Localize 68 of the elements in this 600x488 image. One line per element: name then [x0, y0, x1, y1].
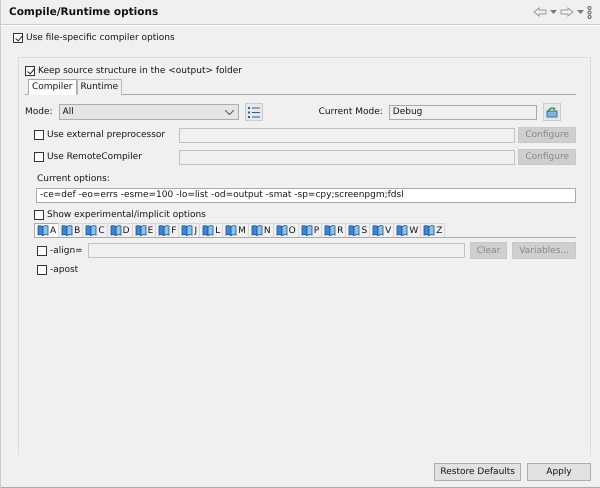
book-icon [348, 225, 360, 236]
input-field[interactable] [179, 128, 516, 142]
checkbox[interactable] [13, 33, 23, 43]
caret-icon[interactable] [550, 10, 557, 14]
tab[interactable]: E [132, 223, 156, 237]
tab[interactable]: S [345, 223, 370, 237]
page-title: Compile/Runtime options [9, 6, 158, 18]
book-icon [324, 225, 336, 236]
caret-icon[interactable] [577, 10, 584, 14]
book-icon [181, 225, 194, 236]
tab[interactable]: R [321, 223, 346, 237]
book-icon [396, 225, 408, 236]
book-icon [372, 225, 384, 236]
tab[interactable]: F [155, 223, 180, 237]
checkbox-label: Use external preprocessor [47, 130, 166, 140]
mode-dropdown[interactable]: All [58, 104, 239, 120]
list-icon[interactable] [244, 103, 263, 121]
checkbox[interactable] [37, 265, 47, 275]
tab[interactable]: B [58, 223, 84, 237]
tab[interactable]: J [178, 223, 200, 237]
checkbox-label: Keep source structure in the <output> folder [38, 66, 242, 76]
book-icon [225, 225, 238, 236]
tab[interactable]: L [199, 223, 224, 237]
tab[interactable]: W [393, 223, 422, 237]
book-icon [134, 225, 147, 236]
mode-label: Mode: [25, 107, 53, 117]
checkbox-label: Show experimental/implicit options [47, 210, 206, 220]
tab[interactable]: Runtime [76, 79, 122, 95]
book-icon [300, 225, 313, 236]
tab[interactable]: N [248, 223, 274, 237]
checkbox-label: -apost [50, 265, 78, 275]
tab[interactable]: M [222, 223, 249, 237]
input-field[interactable] [179, 150, 516, 164]
checkbox[interactable] [37, 246, 47, 256]
book-icon [85, 225, 98, 236]
tab[interactable]: Z [420, 223, 446, 237]
tab[interactable]: V [369, 223, 394, 237]
book-icon [110, 225, 122, 236]
book-icon [276, 225, 288, 236]
book-icon [250, 225, 263, 236]
tab[interactable]: P [298, 223, 322, 237]
tab[interactable]: C [82, 223, 108, 237]
checkbox-label: Use RemoteCompiler [47, 152, 142, 162]
checkbox[interactable] [34, 210, 44, 220]
checkbox-label: -align= [50, 246, 83, 256]
book-icon [61, 225, 74, 236]
chevron-down-icon [224, 110, 234, 114]
book-icon [202, 225, 214, 236]
book-icon [423, 225, 436, 236]
menu-icon[interactable] [587, 6, 592, 18]
current-mode-label: Current Mode: [318, 107, 383, 117]
checkbox[interactable] [34, 130, 44, 140]
checkbox-label: Use file-specific compiler options [26, 33, 175, 43]
tab[interactable]: D [106, 223, 133, 237]
input-field[interactable] [88, 243, 465, 258]
refresh-icon[interactable] [542, 103, 561, 121]
current-options-field[interactable]: -ce=def -eo=errs -esme=100 -lo=list -od=output -smat -sp=cpy;screenpgm;fdsl [36, 188, 576, 203]
tab[interactable]: A [34, 223, 60, 237]
dialog-button[interactable]: Apply [527, 463, 591, 481]
book-icon [158, 225, 170, 236]
checkbox[interactable] [25, 66, 35, 76]
dialog-button[interactable]: Restore Defaults [434, 463, 521, 481]
current-options-label: Current options: [37, 174, 111, 184]
current-mode-field: Debug [388, 104, 537, 120]
tab[interactable]: Compiler [28, 79, 77, 95]
checkbox[interactable] [34, 152, 44, 162]
book-icon [37, 225, 49, 236]
tab[interactable]: O [272, 223, 299, 237]
